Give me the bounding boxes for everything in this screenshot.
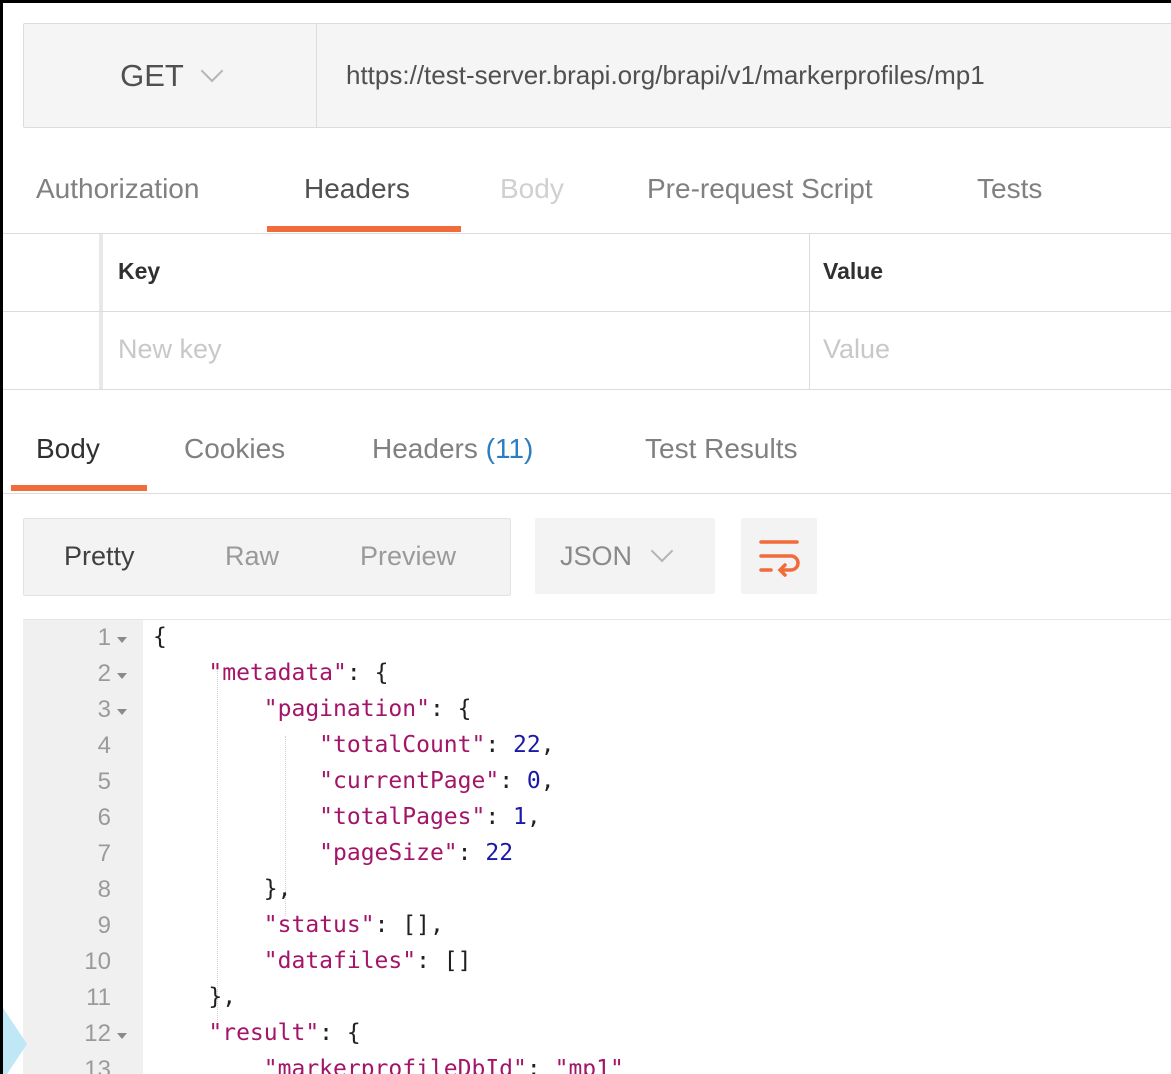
tab-response-headers[interactable]: Headers (11) xyxy=(372,433,533,465)
code-text: }, xyxy=(153,876,292,902)
format-label: JSON xyxy=(560,540,633,571)
line-number: 12 xyxy=(84,1020,111,1047)
tab-authorization[interactable]: Authorization xyxy=(36,173,199,205)
table-header-row: Key Value xyxy=(3,234,1171,312)
headers-table: Key Value New key Value xyxy=(3,234,1171,390)
format-select[interactable]: JSON xyxy=(535,518,715,594)
code-text: "currentPage": 0, xyxy=(319,768,555,794)
column-divider xyxy=(809,312,810,389)
line-number: 10 xyxy=(84,948,111,975)
value-column-header: Value xyxy=(823,258,884,284)
tab-pre-request-script[interactable]: Pre-request Script xyxy=(647,173,873,205)
code-line: 5 "currentPage": 0, xyxy=(23,768,1171,804)
code-line: 4 "totalCount": 22, xyxy=(23,732,1171,768)
code-text: "datafiles": [] xyxy=(263,948,472,974)
line-number: 1 xyxy=(97,624,111,651)
method-select[interactable]: GET xyxy=(24,24,317,127)
pretty-button[interactable]: Pretty xyxy=(64,541,135,572)
code-text: "totalCount": 22, xyxy=(319,732,555,758)
line-number: 8 xyxy=(97,876,111,903)
new-key-input[interactable]: New key xyxy=(118,334,222,365)
fold-arrow-icon[interactable] xyxy=(117,709,127,715)
tab-tests[interactable]: Tests xyxy=(977,173,1042,205)
url-input[interactable]: https://test-server.brapi.org/brapi/v1/m… xyxy=(346,24,1171,127)
tab-cookies[interactable]: Cookies xyxy=(184,433,285,465)
tab-body[interactable]: Body xyxy=(500,173,564,205)
line-number: 4 xyxy=(97,732,111,759)
preview-button[interactable]: Preview xyxy=(360,541,456,572)
code-line: 6 "totalPages": 1, xyxy=(23,804,1171,840)
code-text: "status": [], xyxy=(263,912,444,938)
active-tab-indicator xyxy=(11,485,147,491)
table-input-row: New key Value xyxy=(3,312,1171,389)
raw-button[interactable]: Raw xyxy=(225,541,279,572)
row-gutter xyxy=(3,312,103,389)
code-text: }, xyxy=(153,984,237,1010)
line-number: 6 xyxy=(97,804,111,831)
line-number: 13 xyxy=(84,1056,111,1074)
code-text: { xyxy=(153,624,167,650)
line-number: 11 xyxy=(86,984,111,1011)
row-gutter xyxy=(3,234,103,311)
tab-test-results[interactable]: Test Results xyxy=(645,433,798,465)
key-column-header: Key xyxy=(118,258,161,284)
request-bar: GET https://test-server.brapi.org/brapi/… xyxy=(23,23,1171,128)
method-label: GET xyxy=(120,57,184,93)
new-value-input[interactable]: Value xyxy=(823,334,890,365)
code-line: 9 "status": [], xyxy=(23,912,1171,948)
fold-arrow-icon[interactable] xyxy=(117,1033,127,1039)
code-text: "markerprofileDbId": "mp1" xyxy=(263,1056,624,1074)
column-divider xyxy=(809,234,810,311)
code-line: 1{ xyxy=(23,624,1171,660)
wrap-lines-button[interactable] xyxy=(741,518,817,594)
postman-window: GET https://test-server.brapi.org/brapi/… xyxy=(0,0,1171,1074)
line-number: 2 xyxy=(97,660,111,687)
fold-arrow-icon[interactable] xyxy=(117,637,127,643)
code-text: "pagination": { xyxy=(263,696,472,722)
headers-count-badge: (11) xyxy=(485,433,534,464)
active-tab-indicator xyxy=(267,226,461,232)
code-text: "pageSize": 22 xyxy=(319,840,514,866)
background-decoration xyxy=(3,1008,27,1074)
tab-headers[interactable]: Headers xyxy=(304,173,410,205)
line-number: 3 xyxy=(97,696,111,723)
code-line: 12 "result": { xyxy=(23,1020,1171,1056)
view-mode-group: Pretty Raw Preview xyxy=(23,518,511,596)
fold-arrow-icon[interactable] xyxy=(117,673,127,679)
tab-response-body[interactable]: Body xyxy=(36,433,100,465)
code-line: 7 "pageSize": 22 xyxy=(23,840,1171,876)
code-line: 11 }, xyxy=(23,984,1171,1020)
line-number: 5 xyxy=(97,768,111,795)
code-line: 2 "metadata": { xyxy=(23,660,1171,696)
response-tabs: Body Cookies Headers (11) Test Results xyxy=(3,413,1171,494)
code-line: 13 "markerprofileDbId": "mp1" xyxy=(23,1056,1171,1074)
code-line: 3 "pagination": { xyxy=(23,696,1171,732)
chevron-down-icon xyxy=(200,59,224,82)
wrap-lines-icon xyxy=(759,540,800,577)
response-headers-label: Headers xyxy=(372,433,478,464)
code-line: 10 "datafiles": [] xyxy=(23,948,1171,984)
line-number: 9 xyxy=(97,912,111,939)
code-text: "metadata": { xyxy=(208,660,389,686)
line-number: 7 xyxy=(97,840,111,867)
response-code-viewer[interactable]: 1{2 "metadata": {3 "pagination": {4 "tot… xyxy=(23,619,1171,1074)
code-text: "result": { xyxy=(208,1020,361,1046)
chevron-down-icon xyxy=(650,539,674,563)
code-line: 8 }, xyxy=(23,876,1171,912)
request-tabs: Authorization Headers Body Pre-request S… xyxy=(3,153,1171,234)
code-text: "totalPages": 1, xyxy=(319,804,541,830)
